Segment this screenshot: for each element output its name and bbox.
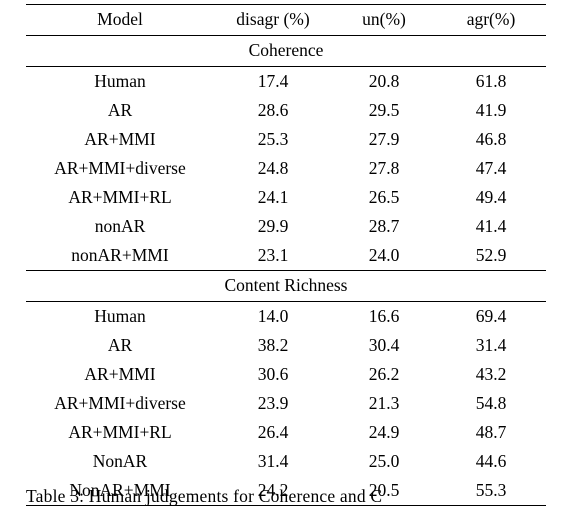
section-header-coherence: Coherence — [26, 35, 546, 67]
table-row: AR+MMI+diverse 24.8 27.8 47.4 — [26, 154, 546, 183]
cell-model: Human — [94, 305, 146, 326]
column-header-agr: agr(%) — [436, 4, 546, 36]
cell-un: 26.2 — [368, 363, 400, 384]
cell-model: AR — [107, 99, 133, 120]
table-row: AR+MMI 30.6 26.2 43.2 — [26, 360, 546, 389]
cell-agr: 41.4 — [475, 215, 507, 236]
cell-model: AR+MMI+RL — [68, 186, 172, 207]
table-row: Human 17.4 20.8 61.8 — [26, 67, 546, 97]
table-row: NonAR 31.4 25.0 44.6 — [26, 447, 546, 476]
cell-agr: 41.9 — [475, 99, 507, 120]
cell-un: 27.9 — [368, 128, 400, 149]
cell-agr: 43.2 — [475, 363, 507, 384]
column-header-un: un(%) — [332, 4, 436, 36]
section-title: Coherence — [26, 35, 546, 67]
results-table: Model disagr (%) un(%) agr(%) Coherence … — [26, 4, 546, 506]
table-row: nonAR+MMI 23.1 24.0 52.9 — [26, 241, 546, 271]
cell-disagr: 29.9 — [257, 215, 289, 236]
caption-text: Table 3: Human judgements for Coherence … — [26, 486, 383, 506]
cell-agr: 47.4 — [475, 157, 507, 178]
cell-agr: 69.4 — [475, 305, 507, 326]
cell-disagr: 14.0 — [257, 305, 289, 326]
table-row: AR 28.6 29.5 41.9 — [26, 96, 546, 125]
cell-disagr: 31.4 — [257, 450, 289, 471]
cell-agr: 54.8 — [475, 392, 507, 413]
cell-disagr: 24.1 — [257, 186, 289, 207]
table-row: AR+MMI 25.3 27.9 46.8 — [26, 125, 546, 154]
table-header-row: Model disagr (%) un(%) agr(%) — [26, 4, 546, 36]
cell-model: AR+MMI — [84, 363, 156, 384]
paper-table-figure: Model disagr (%) un(%) agr(%) Coherence … — [0, 4, 570, 518]
cell-un: 16.6 — [368, 305, 400, 326]
cell-disagr: 26.4 — [257, 421, 289, 442]
column-header-disagr: disagr (%) — [214, 4, 332, 36]
table-row: AR+MMI+RL 26.4 24.9 48.7 — [26, 418, 546, 447]
cell-agr: 44.6 — [475, 450, 507, 471]
cell-model: nonAR — [94, 215, 146, 236]
cell-agr: 48.7 — [475, 421, 507, 442]
cell-model: AR+MMI+diverse — [54, 157, 186, 178]
cell-disagr: 28.6 — [257, 99, 289, 120]
cell-un: 24.0 — [332, 241, 436, 271]
cell-agr: 61.8 — [475, 70, 507, 91]
cell-disagr: 25.3 — [257, 128, 289, 149]
cell-model: AR+MMI+diverse — [54, 392, 186, 413]
cell-un: 26.5 — [368, 186, 400, 207]
cell-un: 29.5 — [368, 99, 400, 120]
table-row: AR+MMI+RL 24.1 26.5 49.4 — [26, 183, 546, 212]
cell-model: AR+MMI — [84, 128, 156, 149]
cell-agr: 46.8 — [475, 128, 507, 149]
cell-model: AR — [107, 334, 133, 355]
cell-un: 27.8 — [368, 157, 400, 178]
table-row: Human 14.0 16.6 69.4 — [26, 302, 546, 332]
cell-un: 20.8 — [368, 70, 400, 91]
cell-disagr: 23.9 — [257, 392, 289, 413]
cell-un: 25.0 — [368, 450, 400, 471]
cell-disagr: 17.4 — [257, 70, 289, 91]
cell-disagr: 24.8 — [257, 157, 289, 178]
cell-agr: 52.9 — [436, 241, 546, 271]
cell-model: nonAR+MMI — [26, 241, 214, 271]
cell-agr: 31.4 — [475, 334, 507, 355]
cell-model: AR+MMI+RL — [68, 421, 172, 442]
cell-disagr: 23.1 — [214, 241, 332, 271]
cell-un: 21.3 — [368, 392, 400, 413]
section-title: Content Richness — [26, 270, 546, 302]
column-header-model: Model — [26, 4, 214, 36]
table-caption: Table 3: Human judgements for Coherence … — [26, 486, 546, 510]
cell-disagr: 38.2 — [257, 334, 289, 355]
cell-un: 28.7 — [368, 215, 400, 236]
cell-un: 24.9 — [368, 421, 400, 442]
cell-un: 30.4 — [368, 334, 400, 355]
cell-disagr: 30.6 — [257, 363, 289, 384]
section-header-content-richness: Content Richness — [26, 270, 546, 302]
cell-model: NonAR — [92, 450, 148, 471]
table-row: AR 38.2 30.4 31.4 — [26, 331, 546, 360]
table-row: nonAR 29.9 28.7 41.4 — [26, 212, 546, 241]
cell-agr: 49.4 — [475, 186, 507, 207]
table-row: AR+MMI+diverse 23.9 21.3 54.8 — [26, 389, 546, 418]
cell-model: Human — [94, 70, 146, 91]
